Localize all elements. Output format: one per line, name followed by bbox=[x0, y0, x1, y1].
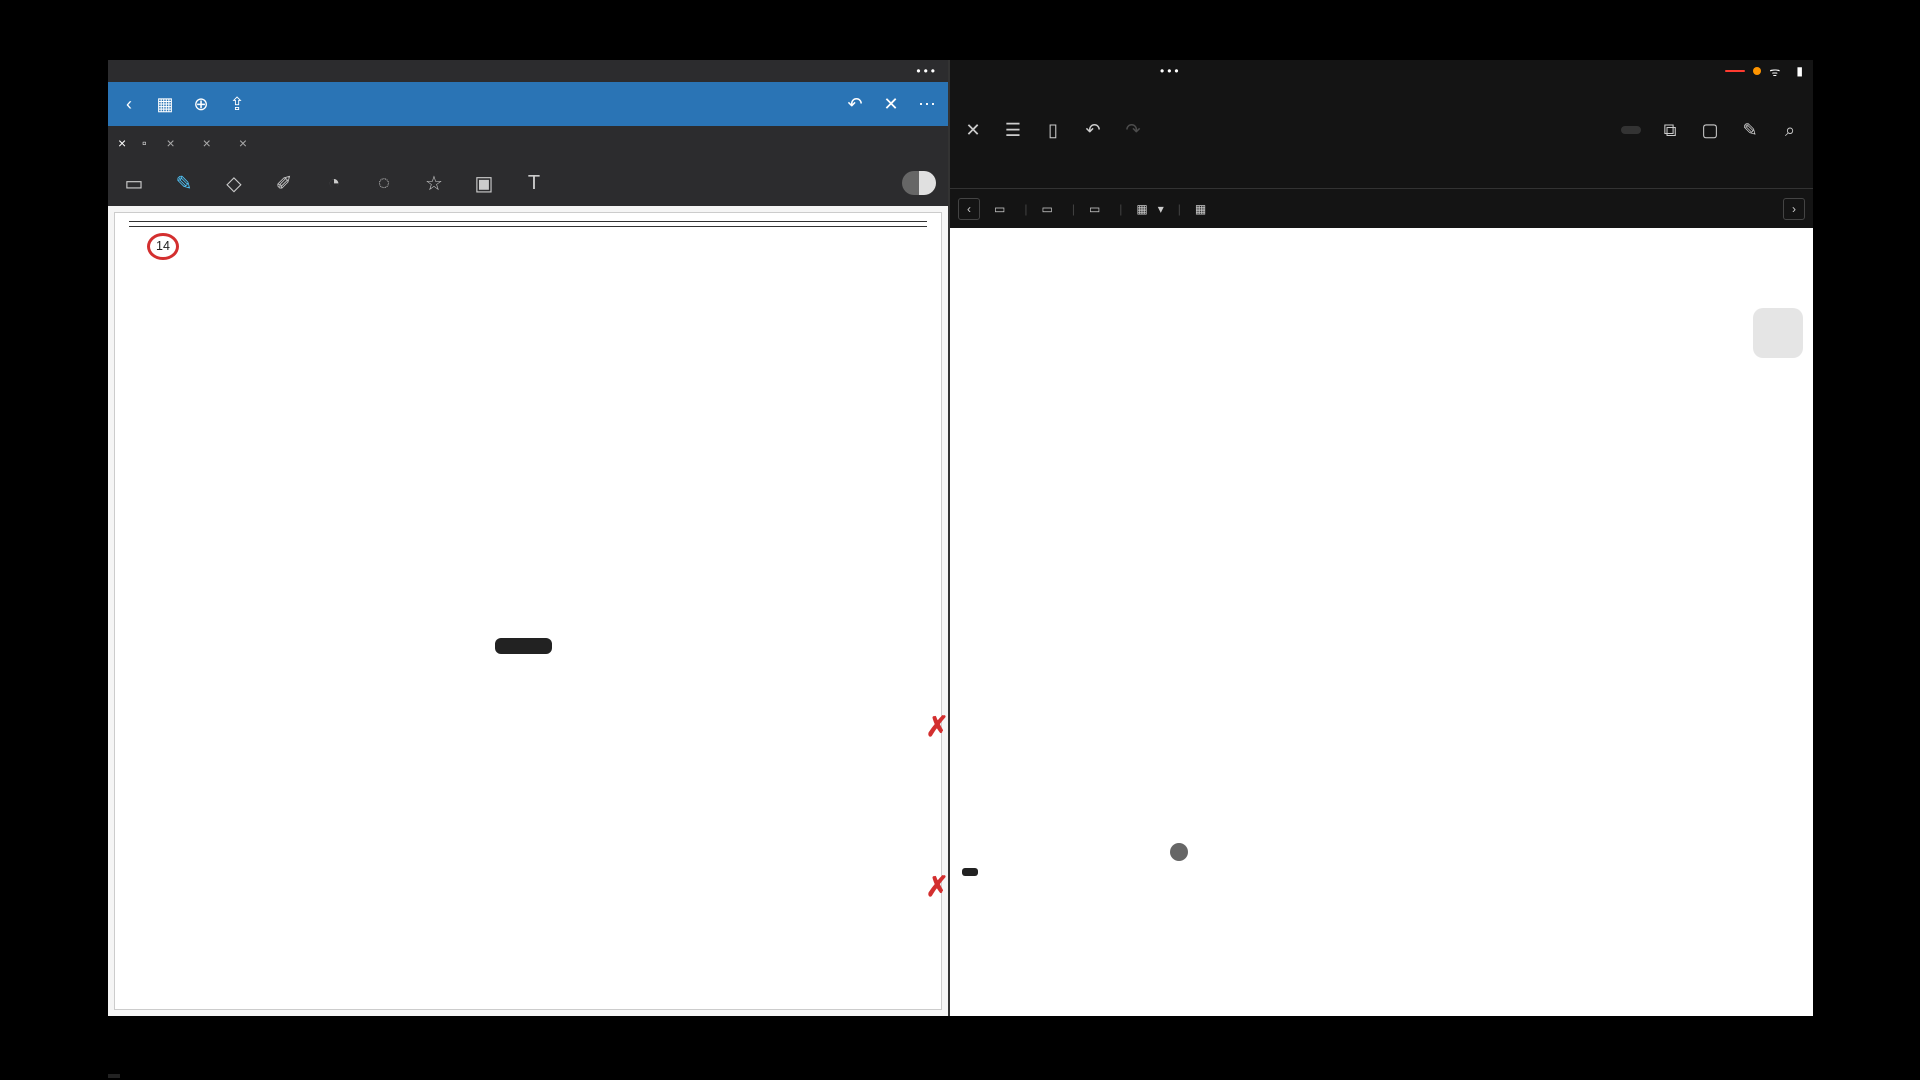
doc-tabs: ×▫ × × × bbox=[108, 126, 948, 160]
eraser-icon[interactable]: ◇ bbox=[220, 169, 248, 197]
grid-icon[interactable]: ▦ bbox=[154, 93, 176, 115]
share-button[interactable] bbox=[1621, 126, 1641, 134]
align-next-icon[interactable]: › bbox=[1783, 198, 1805, 220]
tab-doc-icon: ▫ bbox=[142, 136, 146, 150]
wifi-icon: ᯤ bbox=[1769, 63, 1780, 80]
red-check-icon: ✗ bbox=[926, 863, 948, 911]
close-icon[interactable]: ✕ bbox=[962, 119, 984, 141]
word-count bbox=[962, 868, 978, 876]
right-toolbar: ✕ ☰ ▯ ↶ ↷ ⧉ ▢ ✎ ⌕ bbox=[950, 108, 1813, 152]
bookmark-icon[interactable]: ▯ bbox=[1042, 119, 1064, 141]
align-right-button[interactable]: ▭ bbox=[1089, 202, 1105, 216]
copy-icon[interactable]: ⧉ bbox=[1659, 119, 1681, 141]
doc-title-right bbox=[950, 82, 1813, 108]
fullscreen-icon[interactable]: ▢ bbox=[1699, 119, 1721, 141]
back-icon[interactable]: ‹ bbox=[118, 93, 140, 115]
color-picker[interactable] bbox=[902, 171, 936, 195]
lasso-icon[interactable]: ◌ bbox=[370, 169, 398, 197]
tab-close-icon[interactable]: × bbox=[239, 135, 247, 151]
tab-close-icon[interactable]: × bbox=[118, 135, 126, 151]
titlebar: ‹ ▦ ⊕ ⇪ ↶ ✕ ⋯ bbox=[108, 82, 948, 126]
tab-close-icon[interactable]: × bbox=[166, 135, 174, 151]
battery-icon: ▮ bbox=[1796, 64, 1803, 78]
q16 bbox=[147, 260, 927, 281]
tab-d3[interactable] bbox=[928, 126, 948, 160]
stamp-icon[interactable]: ☆ bbox=[420, 169, 448, 197]
mic-indicator-icon bbox=[1753, 67, 1761, 75]
search-icon[interactable]: ⌕ bbox=[1779, 119, 1801, 141]
align-center-button[interactable]: ▭ bbox=[1041, 202, 1057, 216]
q14: 14 bbox=[147, 233, 927, 260]
document-canvas[interactable]: 14 ✗ ✗ bbox=[108, 206, 948, 1016]
align-toolbar: ‹ ▭ | ▭ | ▭ | ▦ ▾| ▦ › bbox=[950, 188, 1813, 228]
tab-1[interactable]: ×▫ bbox=[108, 126, 156, 160]
cursor-dot bbox=[1170, 843, 1188, 861]
pen-icon[interactable]: ✎ bbox=[170, 169, 198, 197]
cell-border-button[interactable]: ▦ bbox=[1195, 202, 1211, 216]
undo-icon[interactable]: ↶ bbox=[1082, 119, 1104, 141]
add-icon[interactable]: ⊕ bbox=[190, 93, 212, 115]
readonly-icon[interactable]: ▭ bbox=[120, 169, 148, 197]
text-icon[interactable]: T bbox=[520, 169, 548, 197]
cell-align-button[interactable]: ▦ ▾ bbox=[1136, 202, 1163, 216]
recording-icon[interactable] bbox=[1725, 70, 1745, 72]
tab-close-icon[interactable]: × bbox=[203, 135, 211, 151]
highlighter-icon[interactable]: ✐ bbox=[270, 169, 298, 197]
align-prev-icon[interactable]: ‹ bbox=[958, 198, 980, 220]
tab-2[interactable]: × bbox=[156, 126, 192, 160]
status-bar-left: ••• bbox=[108, 60, 948, 82]
scroll-indicator bbox=[1753, 308, 1803, 358]
shape-icon[interactable]: ◔ bbox=[320, 169, 348, 197]
tools-icon[interactable]: ✎ bbox=[1739, 119, 1761, 141]
more-icon[interactable]: ⋯ bbox=[916, 93, 938, 115]
ribbon-tabs bbox=[950, 152, 1813, 188]
context-popup bbox=[495, 638, 552, 654]
menu-icon[interactable]: ☰ bbox=[1002, 119, 1024, 141]
status-bar-right: ••• ᯤ ▮ bbox=[950, 60, 1813, 82]
share-icon[interactable]: ⇪ bbox=[226, 93, 248, 115]
tab-4[interactable]: × bbox=[229, 126, 257, 160]
close-icon[interactable]: ✕ bbox=[880, 93, 902, 115]
redo-icon: ↷ bbox=[1122, 119, 1144, 141]
image-icon[interactable]: ▣ bbox=[470, 169, 498, 197]
shared-screen-label bbox=[108, 1074, 120, 1078]
toolbar: ▭ ✎ ◇ ✐ ◔ ◌ ☆ ▣ T bbox=[108, 160, 948, 206]
multitask-dots-icon[interactable]: ••• bbox=[916, 64, 938, 78]
red-check-icon: ✗ bbox=[926, 703, 948, 751]
undo-icon[interactable]: ↶ bbox=[844, 93, 866, 115]
tab-3[interactable]: × bbox=[193, 126, 229, 160]
align-left-button[interactable]: ▭ bbox=[994, 202, 1010, 216]
multitask-dots-icon[interactable]: ••• bbox=[1160, 64, 1182, 78]
spreadsheet[interactable] bbox=[950, 228, 1813, 1016]
